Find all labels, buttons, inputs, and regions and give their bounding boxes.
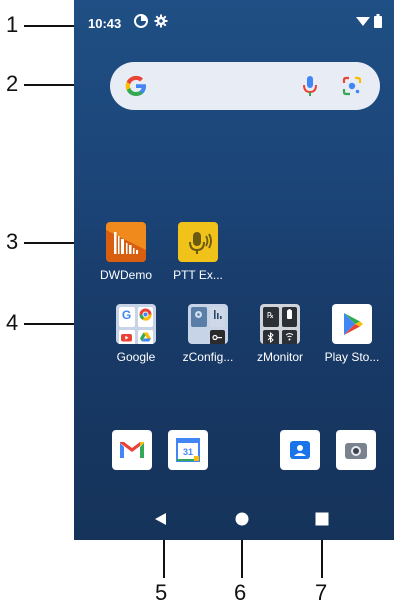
- calendar-icon[interactable]: 31: [168, 430, 208, 470]
- status-bar: 10:43: [74, 0, 394, 44]
- camera-icon[interactable]: [336, 430, 376, 470]
- app-folder-zconfigure[interactable]: zConfig...: [176, 304, 240, 364]
- ptt-express-icon: [178, 222, 218, 262]
- app-label: PTT Ex...: [173, 268, 223, 282]
- home-screen: 10:43 DWDemo PTT Ex... G Google zConfig.…: [74, 0, 394, 540]
- google-search-bar[interactable]: [110, 62, 380, 110]
- callout-1-line: [24, 25, 80, 27]
- dwdemo-icon: [106, 222, 146, 262]
- microphone-icon[interactable]: [302, 74, 318, 98]
- wireless-mini-icon: [281, 330, 297, 344]
- svg-text:℞: ℞: [267, 311, 274, 320]
- app-folder-google[interactable]: G Google: [104, 304, 168, 364]
- google-g-icon: [125, 75, 146, 96]
- google-lens-icon[interactable]: [342, 76, 362, 96]
- callout-4: 4: [6, 310, 19, 335]
- data-saver-icon: [134, 14, 148, 28]
- contacts-icon[interactable]: [280, 430, 320, 470]
- recents-icon[interactable]: [315, 512, 329, 526]
- app-play-store[interactable]: Play Sto...: [320, 304, 384, 364]
- empty-slot: [191, 330, 207, 344]
- app-label: zMonitor: [256, 350, 303, 364]
- zconfigure-folder-icon: [188, 304, 228, 344]
- drive-mini-icon: [137, 330, 153, 344]
- app-folder-zmonitor[interactable]: ℞ zMonitor: [248, 304, 312, 364]
- bluetooth-mini-icon: [263, 330, 279, 344]
- app-label: DWDemo: [99, 268, 152, 282]
- battery-mini-icon: [281, 307, 297, 327]
- app-label: Play Sto...: [324, 350, 380, 364]
- zmonitor-folder-icon: ℞: [260, 304, 300, 344]
- wifi-icon: [356, 17, 370, 26]
- battery-icon: [374, 14, 382, 28]
- calendar-day: 31: [182, 447, 193, 457]
- rx-mini-icon: ℞: [263, 307, 279, 327]
- callout-2: 2: [6, 71, 19, 96]
- callout-3: 3: [6, 229, 19, 254]
- play-store-icon: [332, 304, 372, 344]
- back-icon[interactable]: [154, 512, 168, 526]
- settings-gear-icon: [154, 14, 168, 28]
- bars-mini-icon: [209, 307, 225, 327]
- callout-1: 1: [6, 12, 19, 37]
- google-folder-icon: G: [116, 304, 156, 344]
- callout-6: 6: [234, 580, 247, 605]
- home-icon[interactable]: [235, 512, 249, 526]
- app-label: zConfig...: [182, 350, 234, 364]
- svg-text:G: G: [122, 308, 131, 322]
- status-time: 10:43: [88, 16, 122, 31]
- key-mini-icon: [209, 330, 225, 344]
- callout-5: 5: [155, 580, 168, 605]
- youtube-mini-icon: [119, 330, 135, 344]
- callout-7: 7: [315, 580, 328, 605]
- app-dwdemo[interactable]: DWDemo: [94, 222, 158, 282]
- app-label: Google: [116, 350, 156, 364]
- google-mini-icon: G: [119, 307, 135, 327]
- app-ptt-express[interactable]: PTT Ex...: [166, 222, 230, 282]
- chrome-mini-icon: [137, 307, 153, 327]
- stagenow-mini-icon: [191, 307, 207, 327]
- gmail-icon[interactable]: [112, 430, 152, 470]
